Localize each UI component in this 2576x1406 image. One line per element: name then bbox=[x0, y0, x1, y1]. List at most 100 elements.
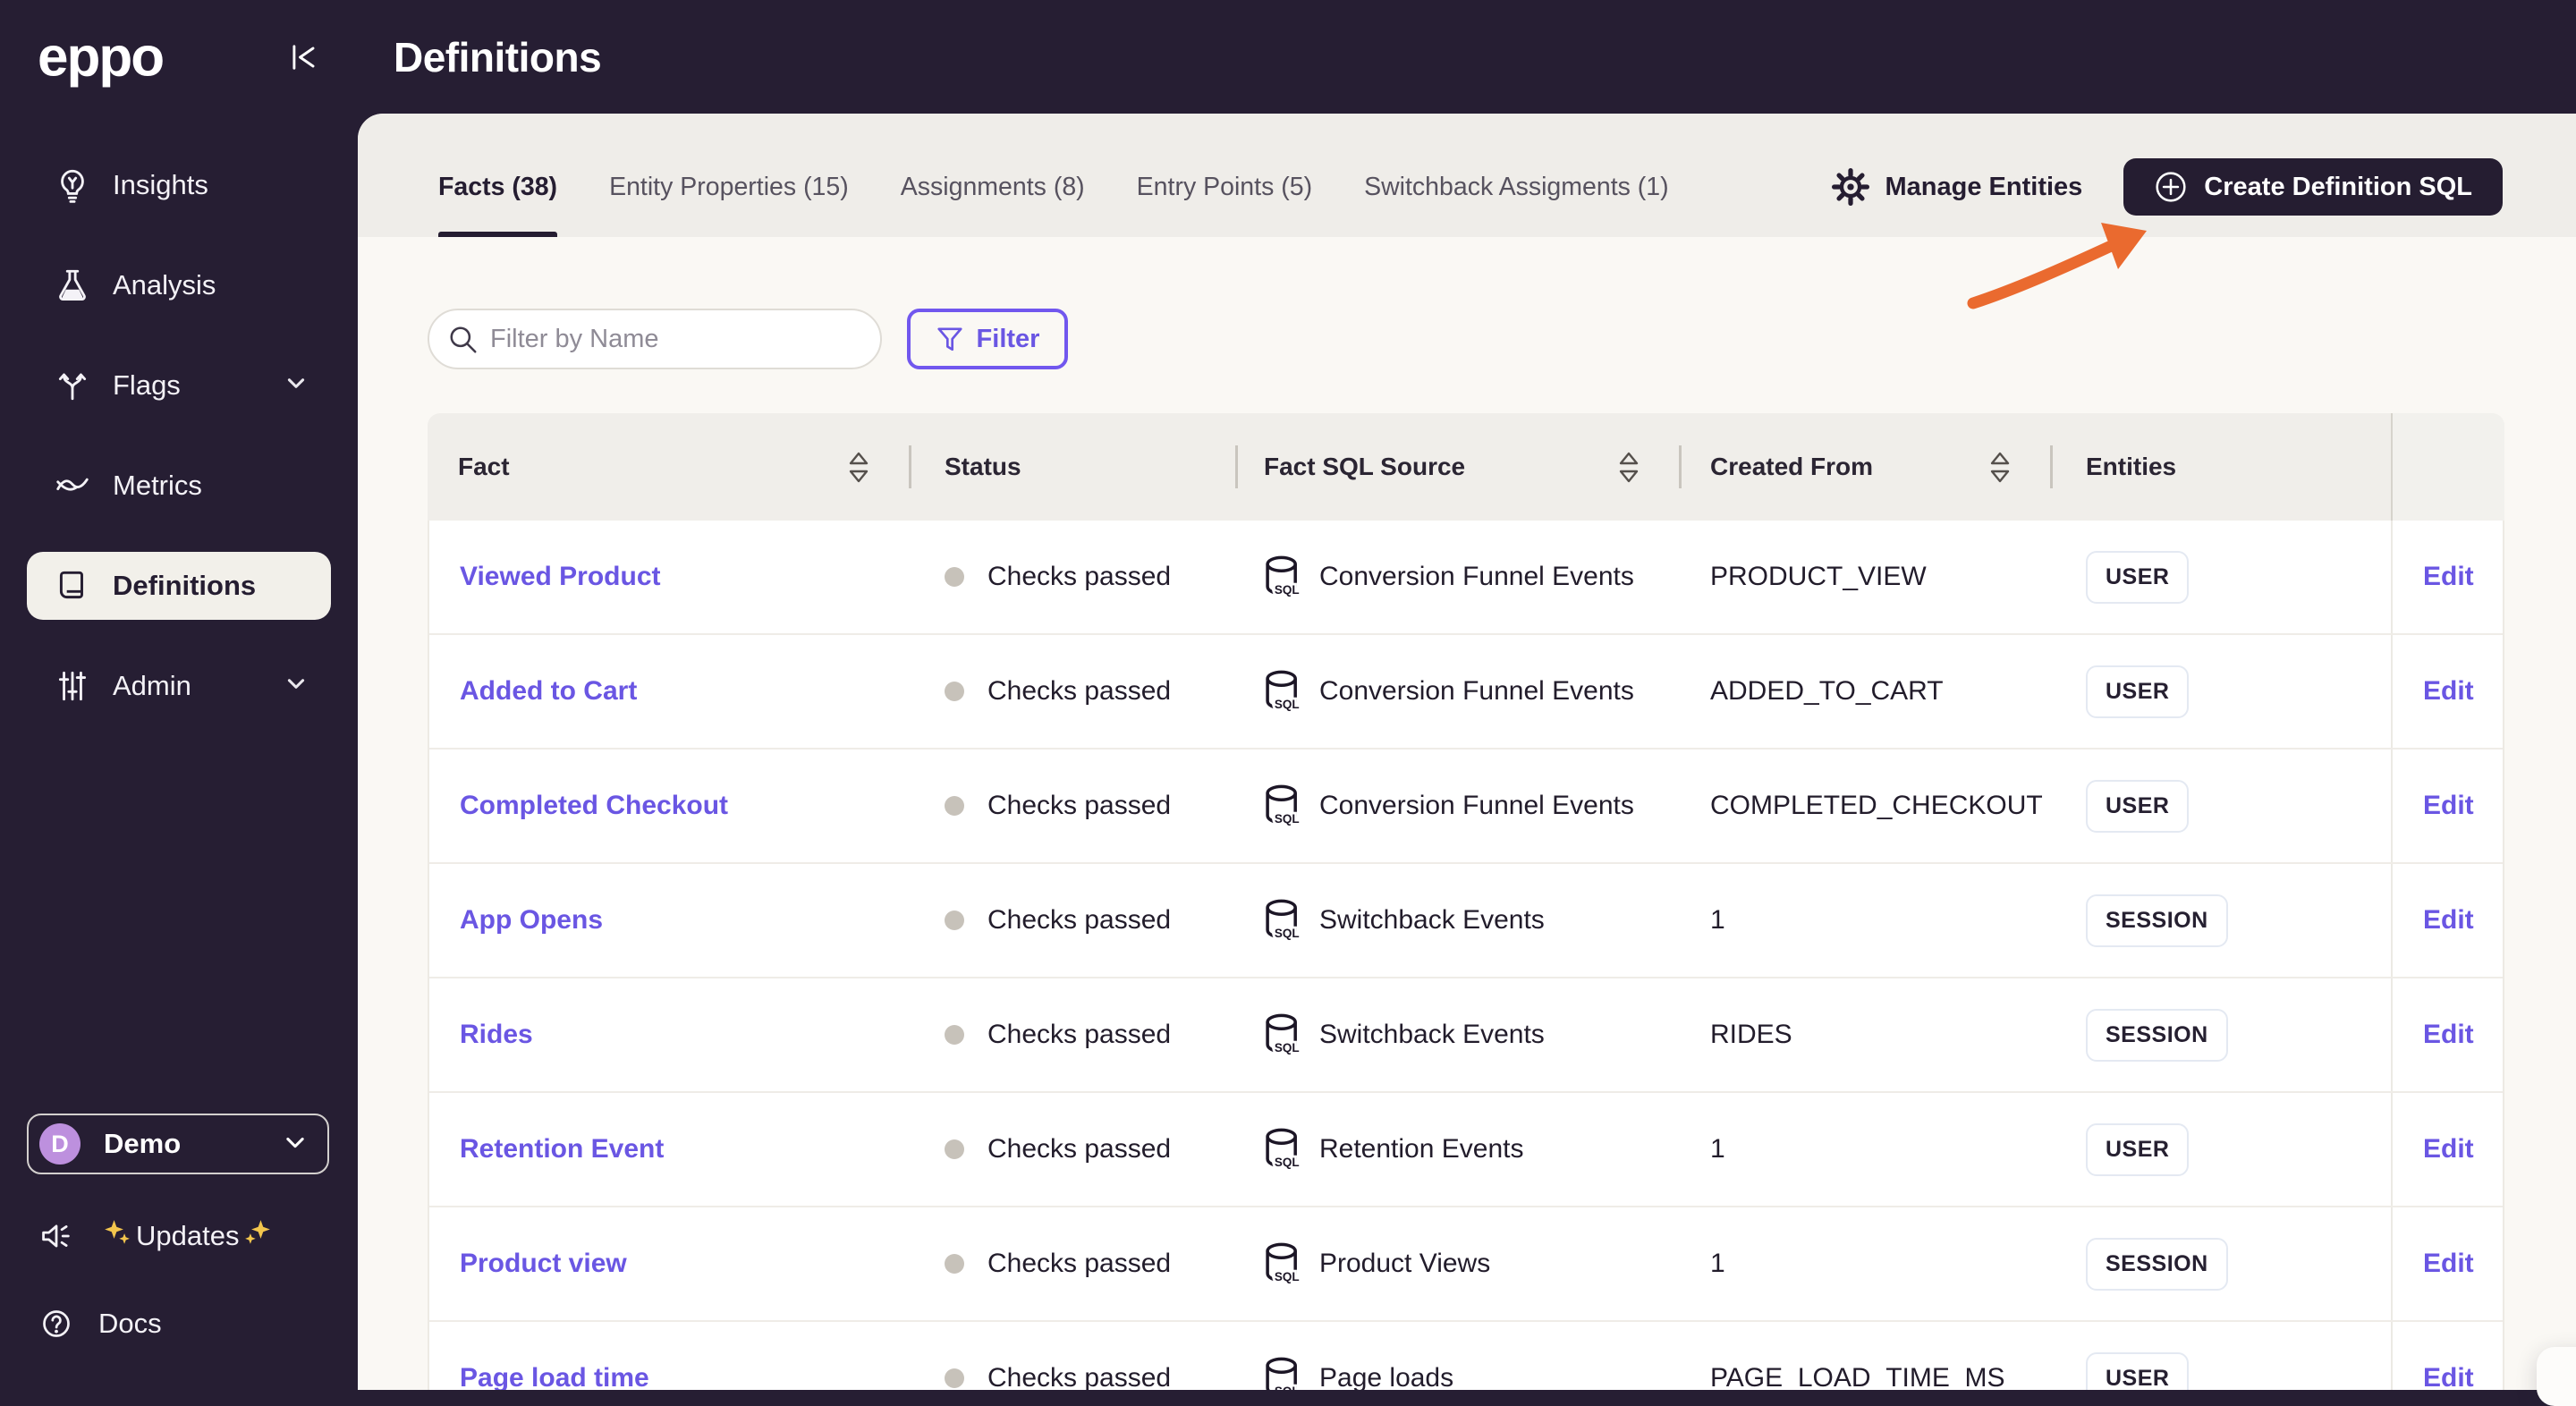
manage-entities-label: Manage Entities bbox=[1885, 172, 2083, 201]
eppo-logo[interactable]: eppo bbox=[38, 25, 165, 89]
sparkle-icon bbox=[244, 1219, 271, 1253]
manage-entities-button[interactable]: Manage Entities bbox=[1831, 168, 2083, 206]
sort-icon[interactable] bbox=[1618, 452, 1640, 483]
help-circle-icon bbox=[38, 1305, 75, 1342]
column-header-fact[interactable]: Fact bbox=[428, 413, 909, 521]
fact-link[interactable]: Added to Cart bbox=[460, 676, 637, 707]
sidebar-item-flags[interactable]: Flags bbox=[27, 352, 331, 419]
workspace-label: Demo bbox=[104, 1128, 182, 1159]
sort-icon[interactable] bbox=[1989, 452, 2011, 483]
tab-facts-38[interactable]: Facts (38) bbox=[438, 137, 558, 237]
tab-switchback-assigments-1[interactable]: Switchback Assigments (1) bbox=[1364, 137, 1669, 237]
page-title: Definitions bbox=[394, 33, 602, 80]
sql-source-icon: SQL bbox=[1262, 1127, 1303, 1172]
branch-icon bbox=[54, 367, 91, 404]
filter-button-label: Filter bbox=[976, 324, 1040, 353]
edit-link[interactable]: Edit bbox=[2423, 1249, 2474, 1279]
fact-link[interactable]: Completed Checkout bbox=[460, 791, 728, 821]
svg-text:SQL: SQL bbox=[1275, 1156, 1300, 1169]
filter-by-name-input[interactable] bbox=[428, 309, 882, 369]
sort-icon[interactable] bbox=[848, 452, 869, 483]
status-text: Checks passed bbox=[987, 1249, 1172, 1278]
table-row[interactable]: Added to Cart Checks passed SQL Conversio… bbox=[429, 635, 2503, 750]
tab-entry-points-5[interactable]: Entry Points (5) bbox=[1137, 137, 1312, 237]
source-name: Page loads bbox=[1319, 1363, 1454, 1390]
sidebar: Insights Analysis Flags Metrics Definiti… bbox=[0, 114, 358, 1390]
edit-link[interactable]: Edit bbox=[2423, 676, 2474, 707]
tab-strip: Facts (38) Entity Properties (15) Assignme… bbox=[358, 114, 2576, 237]
create-definition-sql-label: Create Definition SQL bbox=[2204, 172, 2472, 201]
sidebar-item-docs[interactable]: Docs bbox=[27, 1298, 329, 1350]
svg-text:SQL: SQL bbox=[1275, 583, 1300, 597]
edit-link[interactable]: Edit bbox=[2423, 1020, 2474, 1050]
created-from-value: COMPLETED_CHECKOUT bbox=[1710, 791, 2043, 820]
column-header-edit bbox=[2391, 413, 2504, 521]
sidebar-item-definitions[interactable]: Definitions bbox=[27, 552, 331, 620]
fact-link[interactable]: App Opens bbox=[460, 905, 603, 936]
chevron-down-icon bbox=[283, 1130, 308, 1159]
table-row[interactable]: Page load time Checks passed SQL Page loa… bbox=[429, 1322, 2503, 1390]
column-header-label: Entities bbox=[2086, 453, 2177, 480]
workspace-switcher[interactable]: D Demo bbox=[27, 1114, 329, 1174]
status-text: Checks passed bbox=[987, 1363, 1172, 1390]
table-row[interactable]: Viewed Product Checks passed SQL Conversi… bbox=[429, 521, 2503, 635]
tab-entity-properties-15[interactable]: Entity Properties (15) bbox=[609, 137, 849, 237]
sidebar-collapse-button[interactable] bbox=[284, 38, 324, 77]
status-dot bbox=[945, 911, 964, 930]
fact-link[interactable]: Rides bbox=[460, 1020, 533, 1050]
chevron-down-icon bbox=[284, 670, 308, 702]
svg-text:SQL: SQL bbox=[1275, 1385, 1300, 1390]
fact-link[interactable]: Retention Event bbox=[460, 1134, 664, 1165]
entity-badge: USER bbox=[2086, 1122, 2190, 1176]
sidebar-item-insights[interactable]: Insights bbox=[27, 151, 331, 219]
edit-link[interactable]: Edit bbox=[2423, 1134, 2474, 1165]
source-name: Conversion Funnel Events bbox=[1319, 791, 1634, 820]
status-dot bbox=[945, 1025, 964, 1045]
status-dot bbox=[945, 682, 964, 701]
column-header-created_from[interactable]: Created From bbox=[1679, 413, 2050, 521]
sidebar-item-metrics[interactable]: Metrics bbox=[27, 452, 331, 520]
created-from-value: 1 bbox=[1710, 1134, 1725, 1164]
avatar: D bbox=[39, 1123, 80, 1165]
entity-badge: USER bbox=[2086, 665, 2190, 718]
megaphone-icon bbox=[38, 1217, 75, 1255]
created-from-value: 1 bbox=[1710, 1249, 1725, 1278]
create-definition-sql-button[interactable]: Create Definition SQL bbox=[2123, 158, 2503, 216]
filter-button[interactable]: Filter bbox=[907, 309, 1068, 369]
table-row[interactable]: Product view Checks passed SQL Product Vi… bbox=[429, 1207, 2503, 1322]
edit-link[interactable]: Edit bbox=[2423, 562, 2474, 592]
entity-badge: USER bbox=[2086, 779, 2190, 833]
funnel-icon bbox=[936, 327, 962, 352]
chat-launcher-widget[interactable] bbox=[2537, 1347, 2576, 1406]
fact-link[interactable]: Product view bbox=[460, 1249, 627, 1279]
sql-source-icon: SQL bbox=[1262, 1012, 1303, 1057]
collapse-sidebar-icon bbox=[292, 44, 315, 70]
sidebar-item-updates[interactable]: Updates bbox=[27, 1210, 329, 1262]
svg-text:SQL: SQL bbox=[1275, 1270, 1300, 1283]
sidebar-item-analysis[interactable]: Analysis bbox=[27, 251, 331, 319]
sidebar-item-label: Flags bbox=[113, 369, 181, 401]
table-row[interactable]: Completed Checkout Checks passed SQL Conv… bbox=[429, 750, 2503, 864]
fact-link[interactable]: Page load time bbox=[460, 1363, 649, 1390]
svg-text:SQL: SQL bbox=[1275, 698, 1300, 711]
status-text: Checks passed bbox=[987, 1020, 1172, 1049]
entity-badge: USER bbox=[2086, 1351, 2190, 1390]
column-header-source[interactable]: Fact SQL Source bbox=[1235, 413, 1679, 521]
entity-badge: USER bbox=[2086, 550, 2190, 604]
sidebar-item-label: Metrics bbox=[113, 470, 202, 501]
sql-source-icon: SQL bbox=[1262, 555, 1303, 599]
edit-link[interactable]: Edit bbox=[2423, 791, 2474, 821]
status-text: Checks passed bbox=[987, 791, 1172, 820]
sidebar-item-admin[interactable]: Admin bbox=[27, 652, 331, 720]
svg-text:SQL: SQL bbox=[1275, 812, 1300, 826]
status-dot bbox=[945, 1139, 964, 1159]
table-row[interactable]: App Opens Checks passed SQL Switchback Ev… bbox=[429, 864, 2503, 978]
created-from-value: RIDES bbox=[1710, 1020, 1792, 1049]
fact-link[interactable]: Viewed Product bbox=[460, 562, 661, 592]
status-dot bbox=[945, 567, 964, 587]
table-row[interactable]: Rides Checks passed SQL Switchback Events… bbox=[429, 978, 2503, 1093]
tab-assignments-8[interactable]: Assignments (8) bbox=[901, 137, 1085, 237]
edit-link[interactable]: Edit bbox=[2423, 1363, 2474, 1390]
table-row[interactable]: Retention Event Checks passed SQL Retenti… bbox=[429, 1093, 2503, 1207]
edit-link[interactable]: Edit bbox=[2423, 905, 2474, 936]
